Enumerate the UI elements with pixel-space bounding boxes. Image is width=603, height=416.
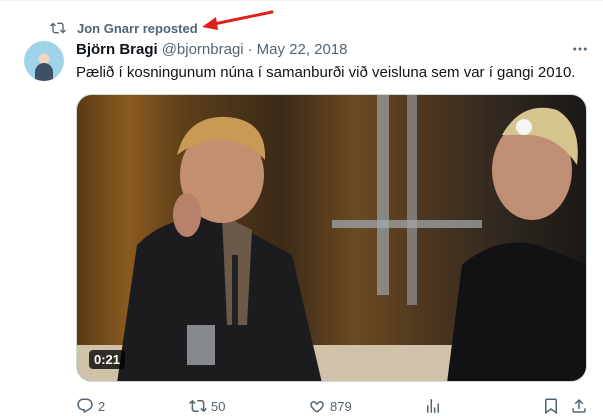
top-divider bbox=[0, 0, 603, 1]
repost-button[interactable]: 50 bbox=[189, 396, 225, 416]
share-button[interactable] bbox=[570, 396, 588, 416]
views-button[interactable] bbox=[424, 396, 442, 416]
bookmark-icon bbox=[545, 398, 557, 415]
avatar[interactable] bbox=[24, 41, 64, 81]
annotation-arrow bbox=[202, 10, 274, 30]
repost-icon bbox=[189, 399, 207, 413]
tweet-date[interactable]: May 22, 2018 bbox=[257, 41, 348, 58]
video-player[interactable]: 0:21 bbox=[76, 94, 587, 382]
more-icon bbox=[573, 47, 587, 51]
video-duration: 0:21 bbox=[89, 350, 126, 369]
views-chart-icon bbox=[427, 399, 439, 413]
separator-dot: · bbox=[247, 41, 253, 58]
reply-count: 2 bbox=[98, 398, 106, 414]
tweet-text: Pælið í kosningunum núna í samanburði vi… bbox=[76, 64, 576, 81]
reply-button[interactable]: 2 bbox=[76, 396, 105, 416]
author-name[interactable]: Björn Bragi bbox=[76, 41, 158, 58]
heart-icon bbox=[310, 401, 324, 413]
bookmark-button[interactable] bbox=[542, 396, 560, 416]
like-button[interactable]: 879 bbox=[308, 396, 352, 416]
tweet-header: Björn Bragi @bjornbragi · May 22, 2018 bbox=[76, 41, 348, 58]
reply-icon bbox=[77, 398, 93, 414]
like-count: 879 bbox=[330, 398, 352, 414]
share-icon bbox=[572, 398, 586, 413]
repost-label[interactable]: Jon Gnarr reposted bbox=[77, 21, 198, 36]
repost-icon bbox=[50, 22, 66, 34]
tweet-actions: 2 50 879 bbox=[76, 396, 596, 416]
video-thumbnail bbox=[77, 95, 586, 381]
repost-count: 50 bbox=[211, 398, 226, 414]
repost-context: Jon Gnarr reposted bbox=[50, 20, 198, 36]
more-options-button[interactable] bbox=[571, 40, 589, 58]
author-handle[interactable]: @bjornbragi bbox=[162, 41, 244, 58]
